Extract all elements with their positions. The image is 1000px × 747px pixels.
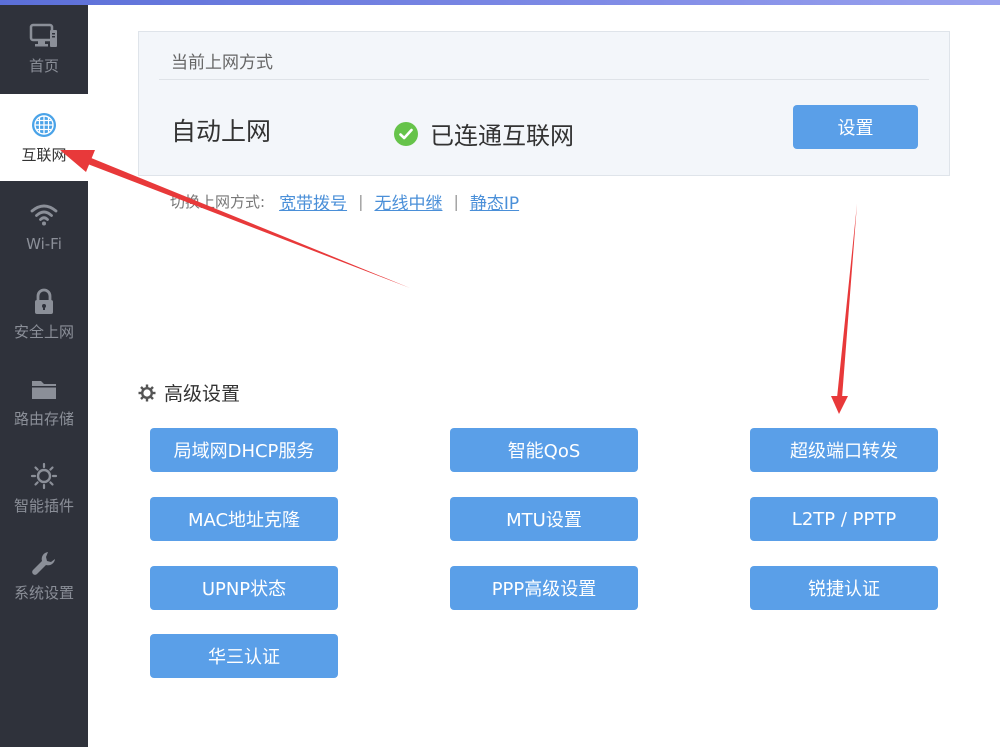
btn-mac-clone[interactable]: MAC地址克隆 <box>150 497 338 541</box>
lock-icon <box>0 287 88 317</box>
btn-lan-dhcp[interactable]: 局域网DHCP服务 <box>150 428 338 472</box>
wifi-icon <box>0 199 88 229</box>
sidebar-item-label: 互联网 <box>21 146 67 164</box>
link-static-ip[interactable]: 静态IP <box>470 189 519 214</box>
btn-ppp-advanced[interactable]: PPP高级设置 <box>450 566 638 610</box>
sidebar-item-router-storage[interactable]: 路由存储 <box>0 358 88 445</box>
wrench-icon <box>0 548 88 578</box>
sidebar-item-system-settings[interactable]: 系统设置 <box>0 532 88 619</box>
btn-h3c-auth[interactable]: 华三认证 <box>150 634 338 678</box>
sidebar-item-label: 系统设置 <box>13 584 74 602</box>
gear-icon <box>138 384 156 402</box>
btn-port-forwarding[interactable]: 超级端口转发 <box>750 428 938 472</box>
btn-mtu-settings[interactable]: MTU设置 <box>450 497 638 541</box>
annotation-arrow-port-forwarding <box>831 204 857 414</box>
switch-connection-mode: 切换上网方式: 宽带拨号 | 无线中继 | 静态IP <box>170 189 519 214</box>
globe-icon <box>0 110 88 140</box>
sidebar-item-internet[interactable]: 互联网 <box>0 94 88 181</box>
sidebar-item-label: 路由存储 <box>13 410 74 428</box>
sidebar-item-smart-plugins[interactable]: 智能插件 <box>0 445 88 532</box>
monitor-icon <box>0 21 88 51</box>
sidebar-item-label: 首页 <box>28 57 59 75</box>
btn-l2tp-pptp[interactable]: L2TP / PPTP <box>750 497 938 541</box>
settings-button[interactable]: 设置 <box>793 105 918 149</box>
divider <box>159 79 929 80</box>
status-text: 已连通互联网 <box>430 122 574 150</box>
sidebar-item-label: 智能插件 <box>13 497 74 515</box>
switch-prefix-label: 切换上网方式: <box>170 193 266 211</box>
advanced-settings-heading: 高级设置 <box>138 379 240 406</box>
section-title: 当前上网方式 <box>171 53 273 73</box>
folder-icon <box>0 374 88 404</box>
sidebar-item-wifi[interactable]: Wi-Fi <box>0 183 88 270</box>
sidebar-item-home[interactable]: 首页 <box>0 5 88 92</box>
advanced-settings-title: 高级设置 <box>164 383 241 405</box>
connection-mode: 自动上网 <box>171 117 272 146</box>
sidebar-item-secure-browsing[interactable]: 安全上网 <box>0 271 88 358</box>
separator: | <box>358 192 364 211</box>
connection-status-card: 当前上网方式 自动上网 已连通互联网 设置 <box>138 31 950 176</box>
sidebar: 首页 互联网 Wi-Fi 安全上网 路由存储 智能插件 系统设置 <box>0 5 88 747</box>
btn-upnp-status[interactable]: UPNP状态 <box>150 566 338 610</box>
link-wireless-repeater[interactable]: 无线中继 <box>374 189 442 214</box>
btn-smart-qos[interactable]: 智能QoS <box>450 428 638 472</box>
sun-icon <box>0 461 88 491</box>
sidebar-item-label: Wi-Fi <box>26 235 62 253</box>
connection-status: 已连通互联网 <box>394 116 574 151</box>
top-accent-bar <box>0 0 1000 5</box>
btn-ruijie-auth[interactable]: 锐捷认证 <box>750 566 938 610</box>
link-pppoe[interactable]: 宽带拨号 <box>279 189 347 214</box>
check-circle-icon <box>394 121 418 146</box>
sidebar-item-label: 安全上网 <box>13 323 74 341</box>
separator: | <box>453 192 459 211</box>
